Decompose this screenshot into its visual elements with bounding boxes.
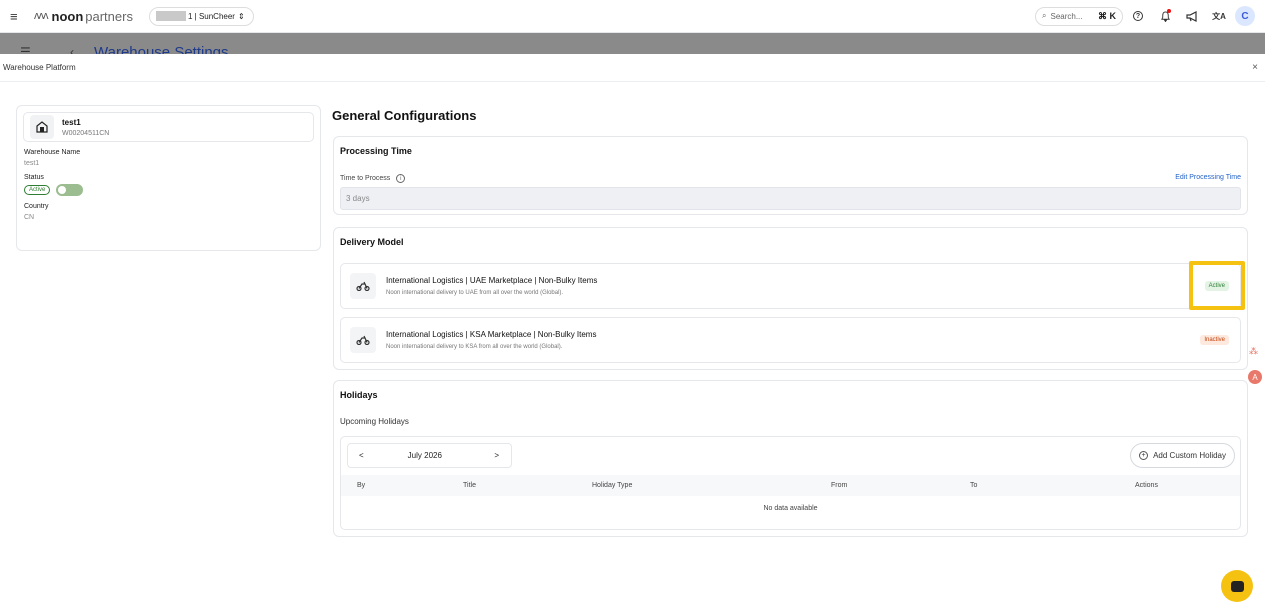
column-header-to: To xyxy=(970,482,978,489)
column-header-title: Title xyxy=(463,482,476,489)
translate-icon-glyph: 文A xyxy=(1212,11,1226,21)
column-header-holiday-type: Holiday Type xyxy=(592,482,633,489)
menu-icon[interactable]: ≡ xyxy=(10,9,24,24)
underlay-page-title: Warehouse Settings xyxy=(94,44,229,54)
megaphone-icon-svg xyxy=(1186,10,1197,22)
search-placeholder: Search... xyxy=(1050,11,1083,21)
notification-dot xyxy=(1167,9,1171,13)
holidays-table: < July 2026 > + Add Custom Holiday By Ti… xyxy=(340,436,1241,530)
country-label: Country xyxy=(24,203,49,210)
redacted-store-id xyxy=(155,11,186,21)
toggle-knob xyxy=(58,186,67,194)
time-to-process-text: Time to Process xyxy=(340,175,391,182)
delivery-item-uae[interactable]: International Logistics | UAE Marketplac… xyxy=(340,263,1241,309)
bell-icon[interactable] xyxy=(1153,4,1177,28)
warehouse-code: W00204511CN xyxy=(62,129,110,137)
search-icon: ⌕ xyxy=(1042,11,1047,20)
scooter-icon xyxy=(350,327,376,353)
country-value: CN xyxy=(24,214,35,221)
search-input[interactable]: ⌕ Search... ⌘ K xyxy=(1035,6,1123,26)
info-icon[interactable]: i xyxy=(396,174,406,183)
status-row: Active xyxy=(24,184,320,196)
store-selector[interactable]: 1 | SunCheer ⇕ xyxy=(148,6,254,26)
logo-waves-icon: ʌʌʌ xyxy=(34,10,48,22)
modal-header: Warehouse Platform × xyxy=(0,54,1265,82)
underlay-page-header: ☰ ‹ Warehouse Settings xyxy=(0,33,1265,54)
upcoming-holidays-label: Upcoming Holidays xyxy=(340,417,409,426)
warehouse-icon-svg xyxy=(36,121,48,133)
delivery-item-text: International Logistics | UAE Marketplac… xyxy=(386,276,597,296)
prev-month-button[interactable]: < xyxy=(359,451,364,460)
warehouse-title: test1 xyxy=(62,117,81,127)
help-icon[interactable]: ? xyxy=(1126,4,1150,28)
delivery-item-title: International Logistics | UAE Marketplac… xyxy=(386,276,598,285)
top-navigation-bar: ≡ ʌʌʌ noon partners 1 | SunCheer ⇕ ⌕ Sea… xyxy=(0,0,1265,33)
holidays-card: Holidays Upcoming Holidays < July 2026 >… xyxy=(333,380,1248,537)
processing-time-title: Processing Time xyxy=(340,146,412,156)
top-right-actions: ⌕ Search... ⌘ K ? 文A C xyxy=(1035,4,1255,28)
status-toggle[interactable] xyxy=(56,184,84,196)
inactive-highlight-box xyxy=(1189,261,1245,310)
noon-partners-logo[interactable]: ʌʌʌ noon partners xyxy=(34,9,133,24)
current-month: July 2026 xyxy=(407,451,442,460)
megaphone-icon[interactable] xyxy=(1180,4,1204,28)
chevron-updown-icon: ⇕ xyxy=(237,11,245,21)
delivery-item-text: International Logistics | KSA Marketplac… xyxy=(386,330,596,350)
modal-title: Warehouse Platform xyxy=(3,63,76,72)
logo-noon-text: noon xyxy=(51,8,84,24)
help-icon-glyph: ? xyxy=(1133,11,1143,21)
table-header-row: By Title Holiday Type From To Actions xyxy=(341,475,1240,496)
warehouse-name-value: test1 xyxy=(24,160,40,167)
column-header-by: By xyxy=(357,482,366,489)
status-badge: Inactive xyxy=(1200,335,1229,345)
store-selector-label: 1 | SunCheer xyxy=(187,11,235,21)
chat-icon xyxy=(1230,580,1244,592)
time-to-process-label: Time to Process i xyxy=(340,174,406,183)
empty-table-message: No data available xyxy=(763,505,818,512)
status-label: Status xyxy=(24,174,44,181)
delivery-model-card: Delivery Model International Logistics |… xyxy=(333,227,1248,370)
search-shortcut: ⌘ K xyxy=(1098,10,1116,21)
warehouse-summary: test1 W00204511CN xyxy=(23,112,314,142)
warehouse-name-label: Warehouse Name xyxy=(24,149,81,156)
column-header-from: From xyxy=(831,482,848,489)
side-grid-icon[interactable]: ⁂ xyxy=(1249,346,1258,357)
scooter-icon-svg xyxy=(356,281,370,291)
holidays-title: Holidays xyxy=(340,390,378,400)
add-custom-holiday-label: Add Custom Holiday xyxy=(1153,451,1226,460)
edit-processing-time-link[interactable]: Edit Processing Time xyxy=(1175,174,1241,181)
plus-circle-icon: + xyxy=(1139,451,1149,460)
delivery-item-title: International Logistics | KSA Marketplac… xyxy=(386,330,597,339)
translate-icon[interactable]: 文A xyxy=(1207,4,1231,28)
side-translate-icon[interactable]: A xyxy=(1248,370,1262,384)
warehouse-platform-modal: Warehouse Platform × test1 W00204511CN W… xyxy=(0,54,1265,612)
delivery-item-description: Noon international delivery to UAE from … xyxy=(386,290,564,296)
underlay-menu-icon: ☰ xyxy=(20,45,31,54)
chat-support-button[interactable] xyxy=(1221,570,1253,602)
scooter-icon xyxy=(350,273,376,299)
page-title: General Configurations xyxy=(332,108,477,123)
logo-partners-text: partners xyxy=(85,8,133,24)
scooter-icon-svg xyxy=(356,335,370,345)
processing-time-card: Processing Time Time to Process i Edit P… xyxy=(333,136,1248,215)
close-icon[interactable]: × xyxy=(1252,62,1258,73)
avatar[interactable]: C xyxy=(1235,6,1255,26)
status-badge: Active xyxy=(24,185,51,195)
delivery-item-ksa[interactable]: International Logistics | KSA Marketplac… xyxy=(340,317,1241,363)
add-custom-holiday-button[interactable]: + Add Custom Holiday xyxy=(1130,443,1235,468)
delivery-model-title: Delivery Model xyxy=(340,237,404,247)
warehouse-summary-text: test1 W00204511CN xyxy=(62,118,109,137)
processing-time-field: 3 days xyxy=(340,187,1241,210)
month-navigator: < July 2026 > xyxy=(347,443,512,468)
underlay-back-icon: ‹ xyxy=(70,45,74,54)
warehouse-icon xyxy=(30,115,54,139)
delivery-item-description: Noon international delivery to KSA from … xyxy=(386,344,563,350)
column-header-actions: Actions xyxy=(1135,482,1158,489)
next-month-button[interactable]: > xyxy=(494,451,499,460)
warehouse-info-card: test1 W00204511CN Warehouse Name test1 S… xyxy=(16,105,321,251)
